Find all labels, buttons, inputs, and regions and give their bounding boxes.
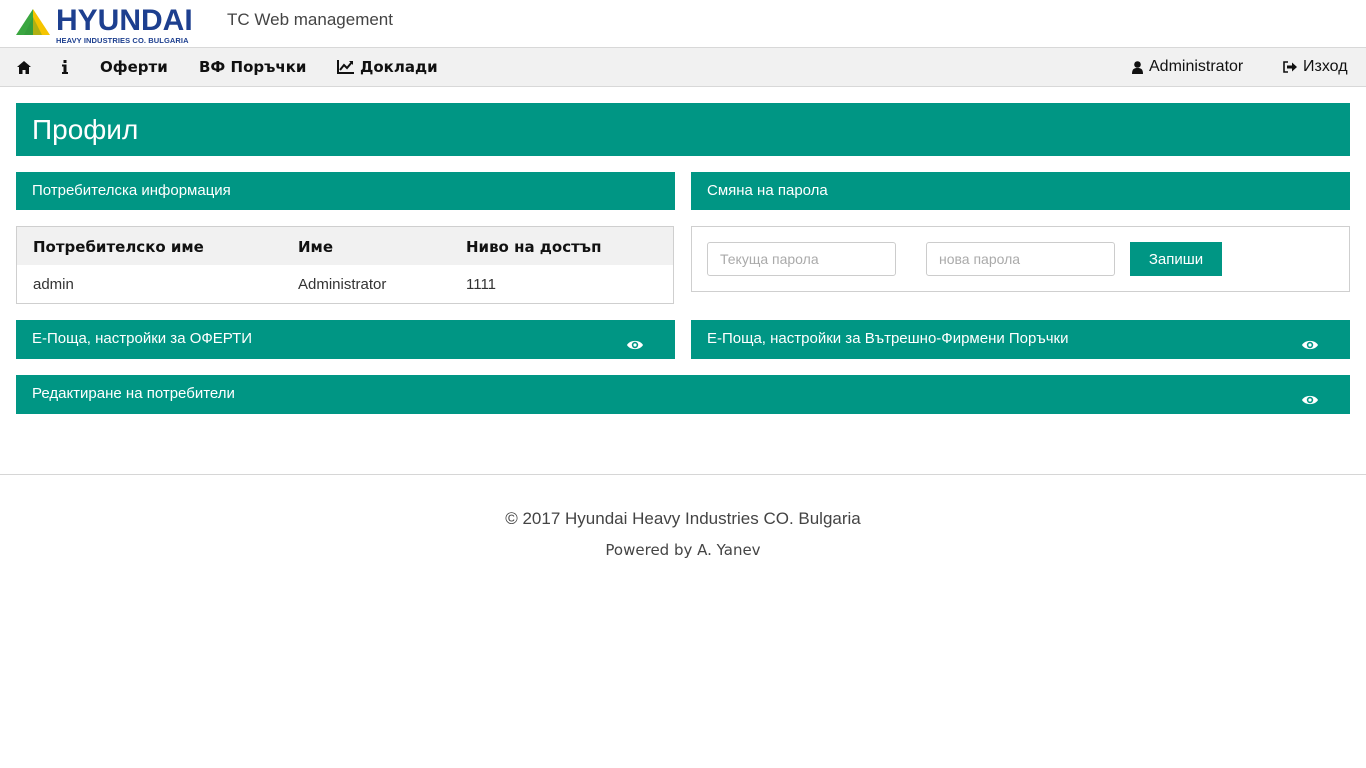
- column-header-name: Име: [298, 238, 333, 256]
- nav-logout[interactable]: Изход: [1283, 48, 1348, 86]
- brand-bar: HYUNDAI HEAVY INDUSTRIES CO. BULGARIA TC…: [0, 0, 1366, 47]
- nav-orders-label: ВФ Поръчки: [199, 58, 307, 76]
- email-offers-label: Е-Поща, настройки за ОФЕРТИ: [32, 330, 253, 347]
- nav-orders[interactable]: ВФ Поръчки: [199, 48, 306, 86]
- footer-powered-by: Powered by A. Yanev: [605, 541, 761, 559]
- user-info-header: Потребителска информация: [16, 172, 675, 210]
- footer-copyright: © 2017 Hyundai Heavy Industries CO. Bulg…: [505, 509, 861, 528]
- column-header-access-level: Ниво на достъп: [466, 238, 602, 256]
- cell-access-level: 1111: [466, 276, 497, 293]
- nav-logout-label: Изход: [1303, 58, 1348, 75]
- new-password-input[interactable]: [926, 242, 1115, 276]
- cell-name: Administrator: [298, 276, 387, 293]
- column-header-username: Потребителско име: [33, 238, 204, 256]
- logo-subtitle: HEAVY INDUSTRIES CO. BULGARIA: [56, 36, 189, 45]
- page-title: Профил: [16, 103, 1350, 156]
- email-orders-section[interactable]: Е-Поща, настройки за Вътрешно-Фирмени По…: [691, 320, 1350, 359]
- nav-reports[interactable]: Доклади: [337, 48, 438, 86]
- home-icon: [17, 60, 31, 74]
- hyundai-logo[interactable]: HYUNDAI HEAVY INDUSTRIES CO. BULGARIA: [16, 4, 212, 45]
- nav-offers-label: Оферти: [100, 58, 168, 76]
- chart-line-icon: [337, 60, 354, 74]
- password-change-panel: Запиши: [691, 226, 1350, 292]
- user-info-header-label: Потребителска информация: [32, 182, 231, 199]
- user-icon: [1132, 60, 1143, 74]
- email-offers-section[interactable]: Е-Поща, настройки за ОФЕРТИ: [16, 320, 675, 359]
- logo-wordmark: HYUNDAI: [56, 4, 193, 37]
- email-orders-label: Е-Поща, настройки за Вътрешно-Фирмени По…: [707, 330, 1069, 347]
- nav-user[interactable]: Administrator: [1132, 48, 1243, 86]
- nav-home[interactable]: [17, 48, 31, 86]
- app-title: TC Web management: [227, 10, 393, 29]
- nav-offers[interactable]: Оферти: [100, 48, 168, 86]
- current-password-input[interactable]: [707, 242, 896, 276]
- password-change-header-label: Смяна на парола: [707, 182, 828, 199]
- main-navbar: Оферти ВФ Поръчки Доклади Administrator …: [0, 47, 1366, 87]
- eye-icon[interactable]: [1302, 339, 1318, 351]
- cell-username: admin: [33, 276, 74, 293]
- user-info-table: Потребителско име Име Ниво на достъп adm…: [16, 226, 674, 304]
- nav-info[interactable]: [62, 48, 68, 86]
- logo-triangle-icon: [16, 9, 50, 35]
- logout-icon: [1283, 61, 1297, 73]
- nav-user-label: Administrator: [1149, 58, 1244, 75]
- eye-icon[interactable]: [627, 339, 643, 351]
- password-change-header: Смяна на парола: [691, 172, 1350, 210]
- footer-divider: [0, 474, 1366, 475]
- nav-reports-label: Доклади: [360, 58, 438, 76]
- eye-icon[interactable]: [1302, 394, 1318, 406]
- save-password-button[interactable]: Запиши: [1130, 242, 1222, 276]
- info-icon: [62, 60, 68, 74]
- edit-users-section[interactable]: Редактиране на потребители: [16, 375, 1350, 414]
- edit-users-label: Редактиране на потребители: [32, 385, 235, 402]
